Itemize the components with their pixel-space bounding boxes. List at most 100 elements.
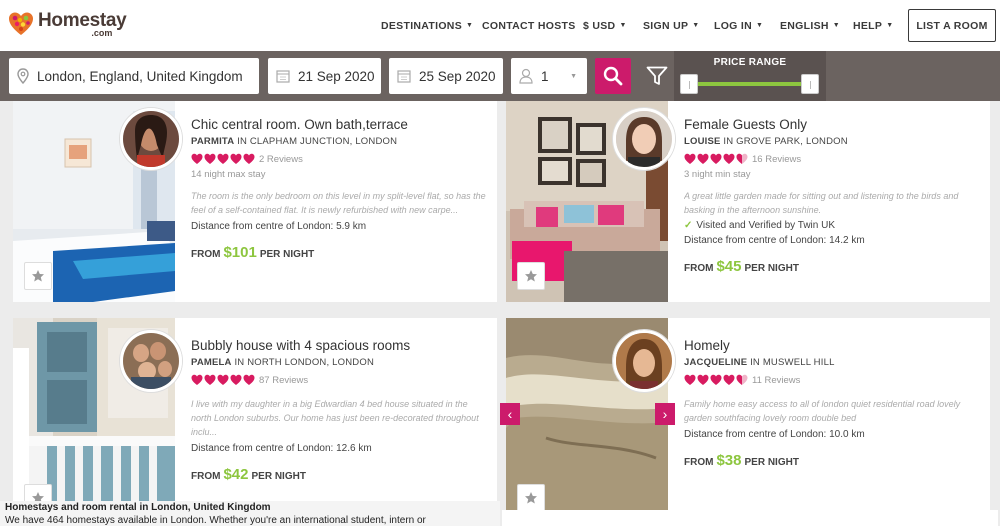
search-icon [603,66,623,86]
heart-rating-icon [697,374,709,385]
listing-title[interactable]: Chic central room. Own bath,terrace [191,116,487,133]
listing-details: Bubbly house with 4 spacious rooms PAMEL… [191,337,487,483]
nav-contact-hosts[interactable]: CONTACT HOSTS [482,0,576,51]
heart-rating-icon [191,374,203,385]
host-location: IN CLAPHAM JUNCTION, LONDON [237,136,398,147]
review-count[interactable]: 87 Reviews [259,375,308,386]
listing-title[interactable]: Homely [684,337,980,354]
host-avatar[interactable] [120,330,182,392]
nav-sign-up-label: SIGN UP [643,19,689,32]
rating-row: 2 Reviews [191,152,487,166]
review-count[interactable]: 11 Reviews [752,375,800,386]
rating-row: 11 Reviews [684,373,980,387]
heart-rating-icon [204,374,216,385]
caret-down-icon: ▼ [755,22,764,29]
homestay-logo[interactable]: Homestay .com [8,11,127,38]
host-location: IN GROVE PARK, LONDON [723,136,848,147]
listing-details: Chic central room. Own bath,terrace PARM… [191,116,487,261]
price-amount: $38 [716,452,742,469]
host-name: LOUISE [684,136,721,147]
price-suffix: PER NIGHT [259,249,315,260]
star-icon [32,270,44,282]
price-line: FROM $38 PER NIGHT [684,452,980,469]
host-name: JACQUELINE [684,357,748,368]
nav-destinations[interactable]: DESTINATIONS ▼ [381,0,473,51]
listing-card[interactable]: Female Guests Only LOUISE IN GROVE PARK,… [506,101,990,302]
nav-currency-label: $ USD [583,19,616,32]
listing-details: Female Guests Only LOUISE IN GROVE PARK,… [684,116,980,275]
rating-row: 16 Reviews [684,152,980,166]
price-range-track [686,82,814,86]
nav-help[interactable]: HELP ▼ [853,0,893,51]
carousel-next-button[interactable]: › [655,403,675,425]
heart-rating-icon [710,374,722,385]
price-line: FROM $42 PER NIGHT [191,466,487,483]
guests-select[interactable]: 1 ▼ [511,58,587,94]
host-name: PARMITA [191,136,235,147]
heart-rating-icon [710,153,722,164]
heart-rating-icon [230,374,242,385]
price-line: FROM $45 PER NIGHT [684,258,980,275]
calendar-icon [276,69,290,83]
price-range-label: PRICE RANGE [713,57,787,68]
host-line: PAMELA IN NORTH LONDON, LONDON [191,357,487,368]
listing-card[interactable]: Homely JACQUELINE IN MUSWELL HILL 11 Rev… [506,318,990,510]
distance-info: Distance from centre of London: 5.9 km [191,221,367,232]
price-min-handle[interactable] [680,74,698,94]
favorite-button[interactable] [24,262,52,290]
price-suffix: PER NIGHT [744,457,799,468]
host-avatar[interactable] [120,108,182,170]
nav-log-in[interactable]: LOG IN ▼ [714,0,763,51]
review-count[interactable]: 2 Reviews [259,154,303,165]
host-location: IN NORTH LONDON, LONDON [234,357,375,368]
location-input[interactable]: London, England, United Kingdom [9,58,259,94]
listing-title[interactable]: Bubbly house with 4 spacious rooms [191,337,487,354]
listing-description: I live with my daughter in a big Edwardi… [191,399,479,437]
listing-details: Homely JACQUELINE IN MUSWELL HILL 11 Rev… [684,337,980,469]
check-out-value: 25 Sep 2020 [419,68,496,84]
chevron-right-icon: › [662,406,668,422]
price-range-slider[interactable]: PRICE RANGE [674,51,826,101]
host-avatar[interactable] [613,330,675,392]
filter-button[interactable] [646,66,668,91]
listing-description: The room is the only bedroom on this lev… [191,191,486,215]
heart-rating-icon [217,374,229,385]
nav-help-label: HELP [853,19,883,32]
nav-sign-up[interactable]: SIGN UP ▼ [643,0,700,51]
host-avatar[interactable] [613,108,675,170]
footer-panel [502,510,998,526]
price-amount: $45 [716,258,742,275]
list-a-room-button[interactable]: LIST A ROOM [908,9,996,42]
check-in-date[interactable]: 21 Sep 2020 [268,58,381,94]
price-prefix: FROM [684,457,714,468]
price-max-handle[interactable] [801,74,819,94]
favorite-button[interactable] [517,262,545,290]
check-out-date[interactable]: 25 Sep 2020 [389,58,503,94]
chevron-left-icon: ‹ [507,406,513,422]
listing-card[interactable]: Chic central room. Own bath,terrace PARM… [13,101,497,302]
star-icon [525,492,537,504]
price-amount: $42 [223,466,249,483]
search-button[interactable] [595,58,631,94]
heart-rating-icon [217,153,229,164]
caret-down-icon: ▼ [692,22,700,29]
location-value: London, England, United Kingdom [37,68,243,84]
heart-rating-icon [204,153,216,164]
seo-title: Homestays and room rental in London, Uni… [5,502,271,513]
distance-info: Distance from centre of London: 12.6 km [191,443,372,454]
listing-title[interactable]: Female Guests Only [684,116,980,133]
heart-rating-icon [736,374,748,385]
carousel-prev-button[interactable]: ‹ [500,403,520,425]
price-prefix: FROM [191,249,221,260]
favorite-button[interactable] [517,484,545,510]
verified-text: Visited and Verified by Twin UK [696,220,835,231]
review-count[interactable]: 16 Reviews [752,154,801,165]
nav-currency[interactable]: $ USD ▼ [583,0,627,51]
nav-contact-hosts-label: CONTACT HOSTS [482,19,576,32]
heart-rating-icon [230,153,242,164]
nav-language[interactable]: ENGLISH ▼ [780,0,840,51]
listing-card[interactable]: Bubbly house with 4 spacious rooms PAMEL… [13,318,497,526]
listing-description: Family home easy access to all of london… [684,399,961,423]
map-pin-icon [17,68,29,84]
caret-down-icon: ▼ [832,22,841,29]
